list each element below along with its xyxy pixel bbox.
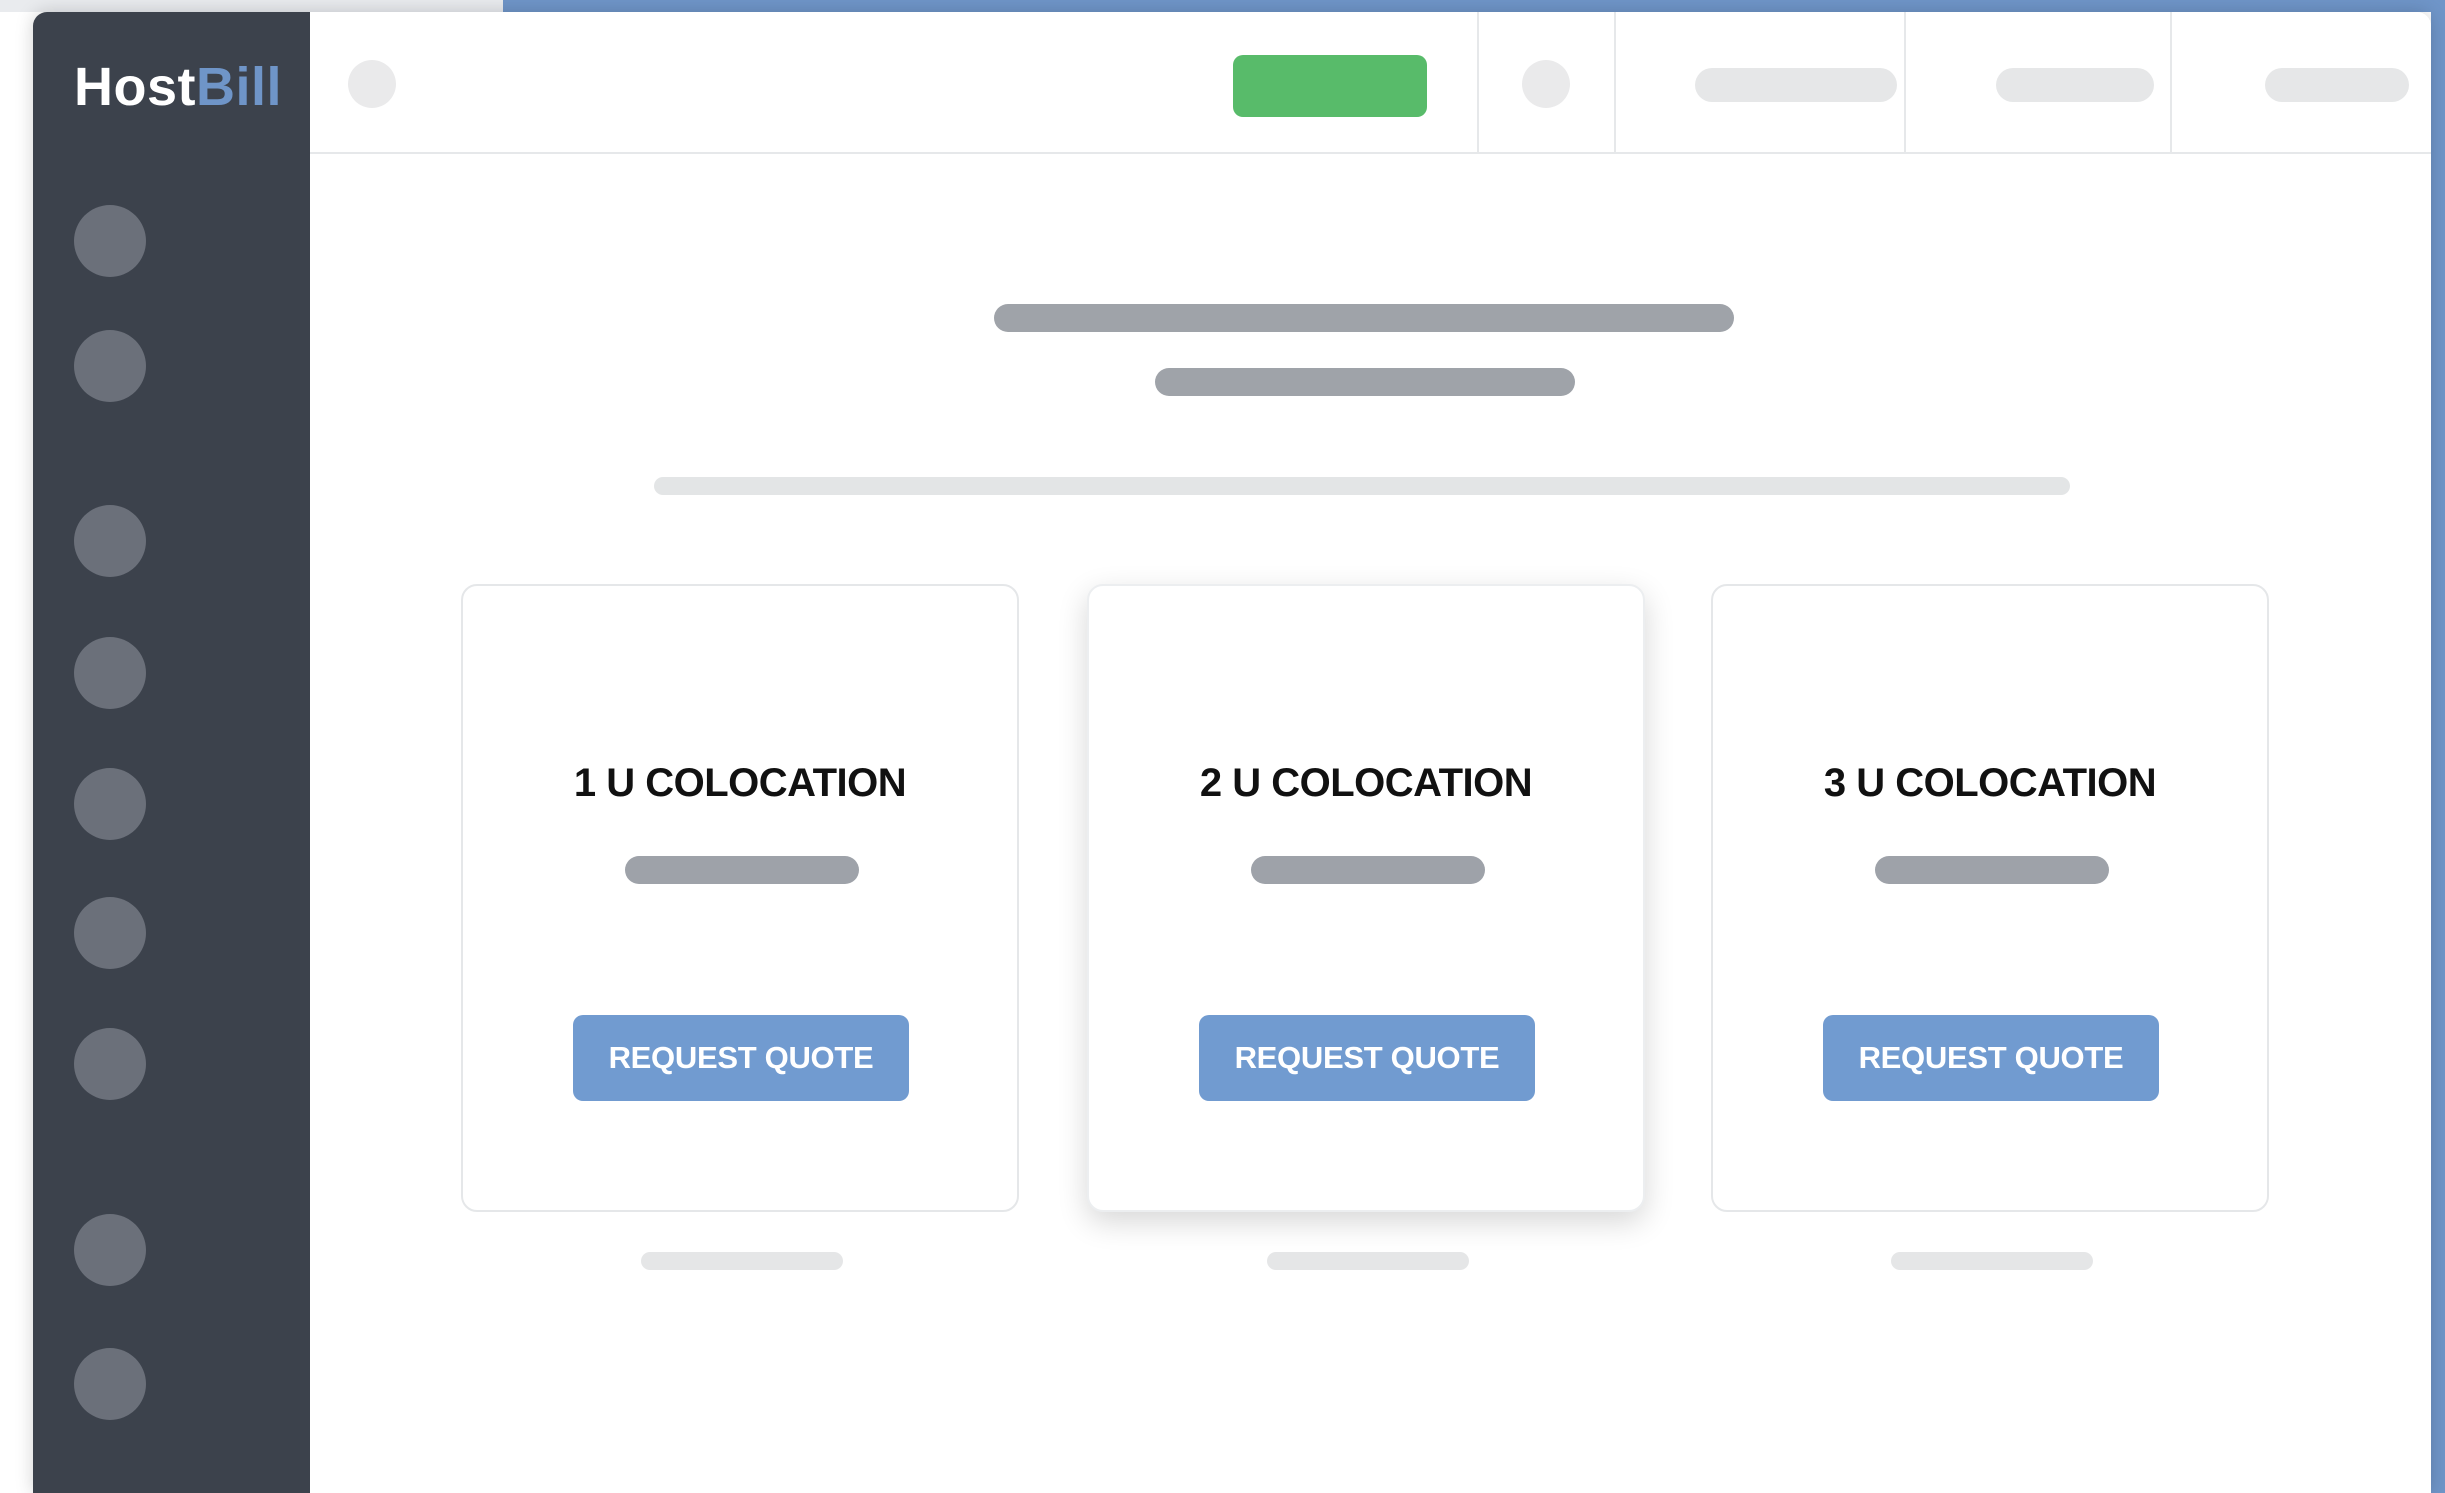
page-title-placeholder — [994, 304, 1734, 332]
product-title: 3 U COLOCATION — [1823, 761, 2157, 805]
sidebar-item-icon[interactable] — [74, 505, 146, 577]
card-footer-placeholder — [641, 1252, 843, 1270]
app-window: HostBill 1 U COLOCATION REQUEST QUOTE 2 … — [33, 12, 2431, 1493]
product-price-placeholder — [1251, 856, 1485, 884]
logo-text-bill: Bill — [196, 57, 283, 117]
product-card: 3 U COLOCATION REQUEST QUOTE — [1711, 584, 2269, 1212]
sidebar-item-icon[interactable] — [74, 1214, 146, 1286]
product-title: 1 U COLOCATION — [573, 761, 907, 805]
card-footer-placeholder — [1891, 1252, 2093, 1270]
topbar-action-button[interactable] — [1233, 55, 1427, 117]
product-price-placeholder — [625, 856, 859, 884]
request-quote-button[interactable]: REQUEST QUOTE — [1199, 1015, 1535, 1101]
sidebar: HostBill — [33, 12, 310, 1493]
divider — [2170, 12, 2172, 152]
frame-top-left — [0, 0, 503, 12]
description-placeholder — [654, 477, 2070, 495]
divider — [1904, 12, 1906, 152]
sidebar-item-icon[interactable] — [74, 768, 146, 840]
card-footer-placeholder — [1267, 1252, 1469, 1270]
sidebar-item-icon[interactable] — [74, 637, 146, 709]
notification-icon[interactable] — [1522, 60, 1570, 108]
topbar-menu-item[interactable] — [2265, 68, 2409, 102]
divider — [1477, 12, 1479, 152]
sidebar-item-icon[interactable] — [74, 1348, 146, 1420]
product-price-placeholder — [1875, 856, 2109, 884]
sidebar-item-icon[interactable] — [74, 205, 146, 277]
product-title: 2 U COLOCATION — [1199, 761, 1533, 805]
sidebar-item-icon[interactable] — [74, 897, 146, 969]
request-quote-button[interactable]: REQUEST QUOTE — [573, 1015, 909, 1101]
topbar-menu-item[interactable] — [1695, 68, 1897, 102]
sidebar-item-icon[interactable] — [74, 1028, 146, 1100]
menu-toggle-icon[interactable] — [348, 60, 396, 108]
sidebar-item-icon[interactable] — [74, 330, 146, 402]
product-card: 1 U COLOCATION REQUEST QUOTE — [461, 584, 1019, 1212]
hostbill-logo[interactable]: HostBill — [74, 60, 282, 114]
frame-top-accent — [503, 0, 2445, 12]
page-subtitle-placeholder — [1155, 368, 1575, 396]
top-bar — [310, 12, 2431, 154]
divider — [1614, 12, 1616, 152]
topbar-menu-item[interactable] — [1996, 68, 2154, 102]
request-quote-button[interactable]: REQUEST QUOTE — [1823, 1015, 2159, 1101]
product-card-featured: 2 U COLOCATION REQUEST QUOTE — [1087, 584, 1645, 1212]
logo-text-host: Host — [74, 57, 196, 117]
frame-right-accent — [2431, 0, 2445, 1493]
